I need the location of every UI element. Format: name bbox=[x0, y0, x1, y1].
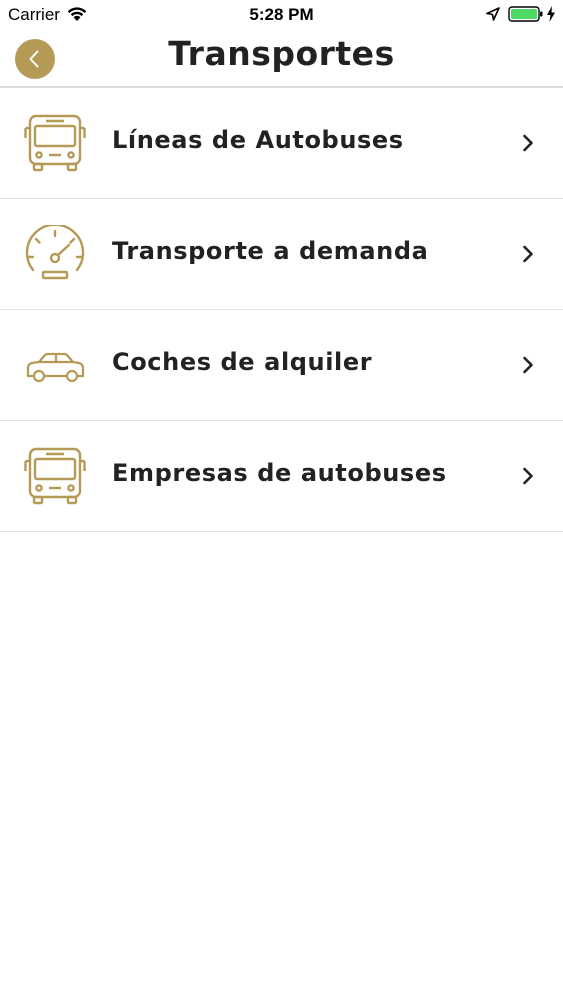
chevron-right-icon bbox=[523, 356, 533, 374]
transport-menu-list: Líneas de Autobuses Transporte a demanda bbox=[0, 88, 563, 532]
chevron-right-icon bbox=[523, 467, 533, 485]
chevron-right-icon bbox=[523, 134, 533, 152]
navigation-bar: Transportes bbox=[0, 30, 563, 88]
speedometer-icon bbox=[25, 225, 85, 280]
menu-item-lineas-autobuses[interactable]: Líneas de Autobuses bbox=[0, 88, 563, 199]
status-bar: Carrier 5:28 PM bbox=[0, 0, 563, 30]
status-time: 5:28 PM bbox=[249, 5, 314, 24]
menu-item-label: Empresas de autobuses bbox=[112, 459, 447, 487]
bus-icon bbox=[24, 114, 86, 172]
menu-item-label: Transporte a demanda bbox=[112, 237, 429, 265]
battery-icon bbox=[508, 6, 543, 22]
menu-item-label: Coches de alquiler bbox=[112, 348, 373, 376]
location-arrow-icon bbox=[486, 7, 500, 21]
menu-item-transporte-demanda[interactable]: Transporte a demanda bbox=[0, 199, 563, 310]
menu-item-empresas-autobuses[interactable]: Empresas de autobuses bbox=[0, 421, 563, 532]
bus-icon bbox=[24, 447, 86, 505]
page-title: Transportes bbox=[168, 34, 395, 73]
menu-item-label: Líneas de Autobuses bbox=[112, 126, 404, 154]
menu-item-coches-alquiler[interactable]: Coches de alquiler bbox=[0, 310, 563, 421]
charging-bolt-icon bbox=[547, 6, 555, 22]
car-icon bbox=[26, 352, 85, 383]
chevron-right-icon bbox=[523, 245, 533, 263]
